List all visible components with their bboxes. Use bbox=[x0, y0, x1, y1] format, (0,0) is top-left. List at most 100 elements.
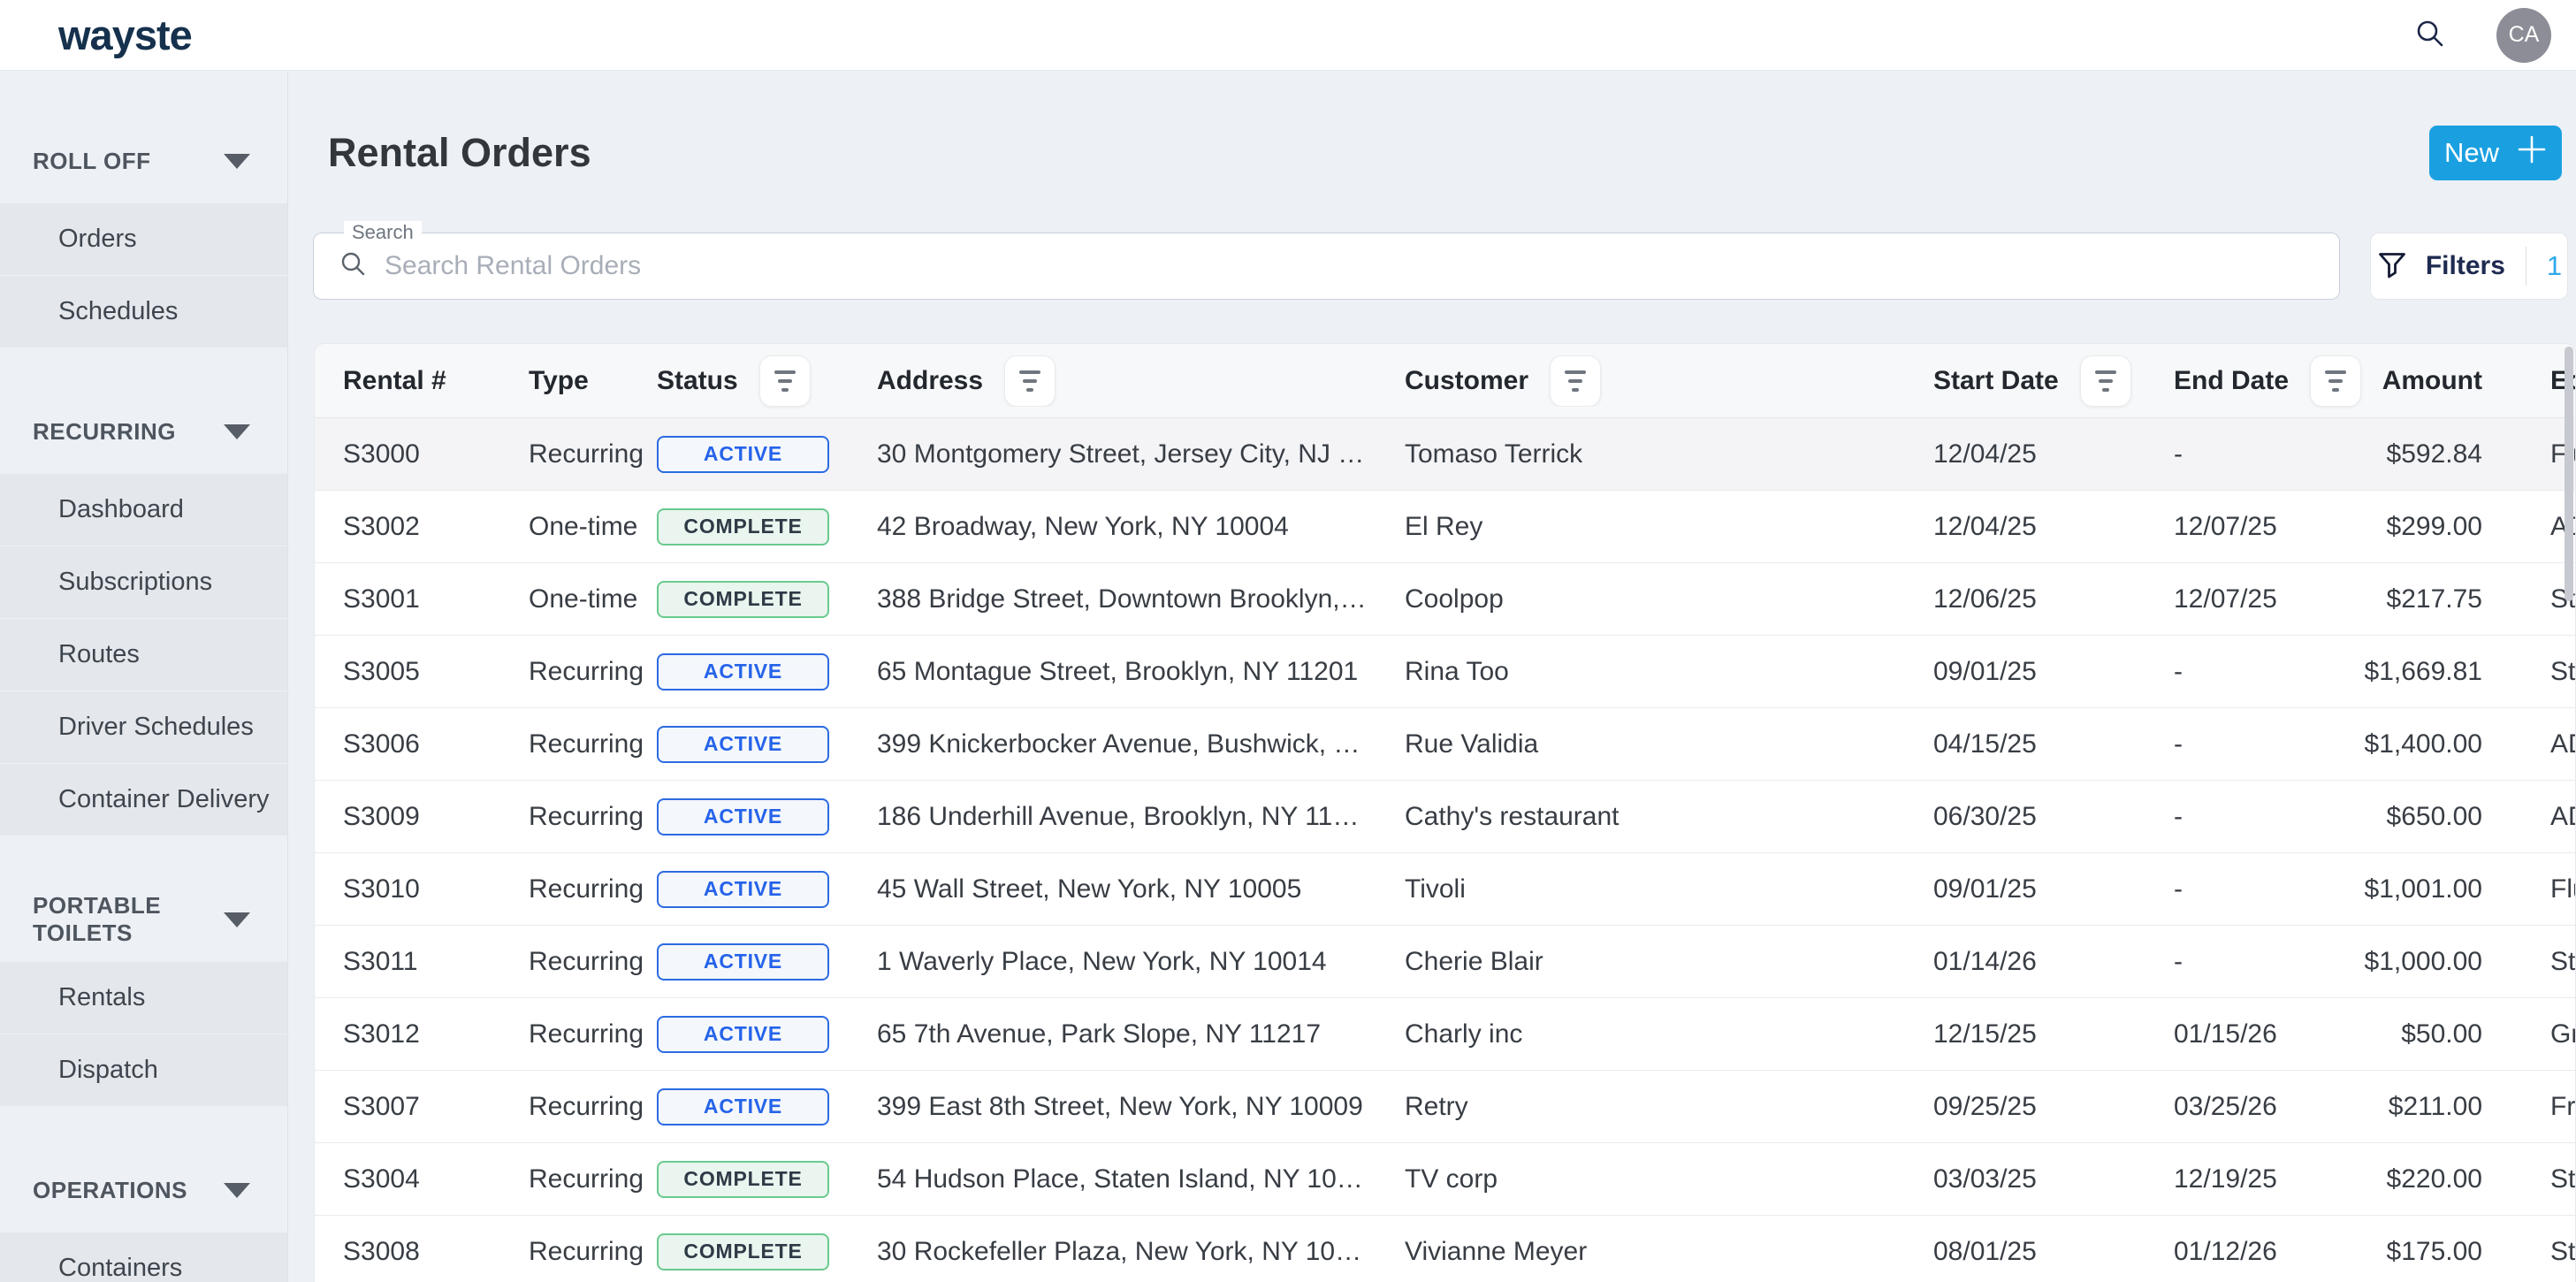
column-header-address: Address bbox=[877, 355, 1405, 407]
table-row-s3011[interactable]: S3011RecurringACTIVE1 Waverly Place, New… bbox=[315, 926, 2576, 998]
sidebar-item-container-delivery[interactable]: Container Delivery bbox=[0, 764, 287, 836]
status-badge: ACTIVE bbox=[657, 798, 829, 836]
cell-status: ACTIVE bbox=[657, 436, 877, 473]
cell-end: - bbox=[2174, 439, 2407, 469]
sidebar-item-orders[interactable]: Orders bbox=[0, 203, 287, 276]
sidebar-item-driver-schedules[interactable]: Driver Schedules bbox=[0, 691, 287, 764]
table-row-s3001[interactable]: S3001One-timeCOMPLETE388 Bridge Street, … bbox=[315, 563, 2576, 636]
cell-customer: Charly inc bbox=[1405, 1019, 1933, 1049]
cell-amount: $299.00 bbox=[2407, 512, 2540, 542]
sidebar-section-header-operations[interactable]: OPERATIONS bbox=[0, 1171, 287, 1210]
new-button[interactable]: New bbox=[2429, 126, 2562, 180]
column-filter-button-start[interactable] bbox=[2080, 355, 2131, 407]
sidebar-section-label: OPERATIONS bbox=[33, 1177, 187, 1204]
sidebar-item-routes[interactable]: Routes bbox=[0, 619, 287, 691]
sidebar-section-portable-toilets: PORTABLE TOILETS RentalsDispatch bbox=[0, 900, 287, 1107]
cell-type: One-time bbox=[529, 512, 657, 542]
filter-lines-icon bbox=[2325, 370, 2346, 374]
sidebar-section-operations: OPERATIONS Containers bbox=[0, 1171, 287, 1282]
cell-address: 399 Knickerbocker Avenue, Bushwick, NY 1… bbox=[877, 729, 1405, 759]
filters-button[interactable]: Filters 1 bbox=[2370, 233, 2568, 300]
column-filter-button-status[interactable] bbox=[759, 355, 811, 407]
plus-icon bbox=[2517, 134, 2547, 172]
cell-status: ACTIVE bbox=[657, 1088, 877, 1126]
status-badge: COMPLETE bbox=[657, 508, 829, 546]
filter-lines-icon bbox=[2095, 370, 2116, 374]
column-filter-button-address[interactable] bbox=[1004, 355, 1056, 407]
cell-rental: S3002 bbox=[343, 512, 529, 542]
table-row-s3006[interactable]: S3006RecurringACTIVE399 Knickerbocker Av… bbox=[315, 708, 2576, 781]
table-row-s3008[interactable]: S3008RecurringCOMPLETE30 Rockefeller Pla… bbox=[315, 1216, 2576, 1282]
page-title: Rental Orders bbox=[328, 130, 591, 176]
cell-address: 65 7th Avenue, Park Slope, NY 11217 bbox=[877, 1019, 1405, 1049]
cell-start: 04/15/25 bbox=[1933, 729, 2174, 759]
cell-amount: $50.00 bbox=[2407, 1019, 2540, 1049]
cell-rental: S3008 bbox=[343, 1237, 529, 1267]
cell-address: 54 Hudson Place, Staten Island, NY 10303 bbox=[877, 1164, 1405, 1194]
filter-lines-icon bbox=[774, 370, 796, 374]
cell-start: 12/06/25 bbox=[1933, 584, 2174, 614]
sidebar-item-containers[interactable]: Containers bbox=[0, 1232, 287, 1282]
sidebar-item-dispatch[interactable]: Dispatch bbox=[0, 1034, 287, 1107]
cell-status: ACTIVE bbox=[657, 1016, 877, 1053]
sidebar-section-header-recurring[interactable]: RECURRING bbox=[0, 412, 287, 451]
table-row-s3005[interactable]: S3005RecurringACTIVE65 Montague Street, … bbox=[315, 636, 2576, 708]
search-row: Search Filters 1 bbox=[313, 233, 2568, 300]
status-badge: ACTIVE bbox=[657, 943, 829, 981]
column-header-type: Type bbox=[529, 366, 657, 396]
new-button-label: New bbox=[2444, 137, 2499, 169]
table-row-s3002[interactable]: S3002One-timeCOMPLETE42 Broadway, New Yo… bbox=[315, 491, 2576, 563]
table-row-s3000[interactable]: S3000RecurringACTIVE30 Montgomery Street… bbox=[315, 418, 2576, 491]
cell-rental: S3010 bbox=[343, 874, 529, 904]
cell-start: 09/01/25 bbox=[1933, 874, 2174, 904]
cell-customer: Cherie Blair bbox=[1405, 947, 1933, 977]
cell-customer: Rue Validia bbox=[1405, 729, 1933, 759]
status-badge: COMPLETE bbox=[657, 1161, 829, 1198]
cell-start: 12/04/25 bbox=[1933, 439, 2174, 469]
table-row-s3012[interactable]: S3012RecurringACTIVE65 7th Avenue, Park … bbox=[315, 998, 2576, 1071]
cell-amount: $1,000.00 bbox=[2407, 947, 2540, 977]
table-row-s3010[interactable]: S3010RecurringACTIVE45 Wall Street, New … bbox=[315, 853, 2576, 926]
table-row-s3007[interactable]: S3007RecurringACTIVE399 East 8th Street,… bbox=[315, 1071, 2576, 1143]
sidebar-section-header-roll-off[interactable]: ROLL OFF bbox=[0, 141, 287, 180]
column-filter-button-customer[interactable] bbox=[1550, 355, 1601, 407]
status-badge: COMPLETE bbox=[657, 581, 829, 618]
avatar[interactable]: CA bbox=[2496, 8, 2551, 63]
sidebar-items-operations: Containers bbox=[0, 1232, 287, 1282]
table-vertical-scrollbar[interactable] bbox=[2565, 347, 2573, 601]
topbar: wayste CA bbox=[0, 0, 2576, 71]
cell-status: ACTIVE bbox=[657, 798, 877, 836]
cell-customer: Tivoli bbox=[1405, 874, 1933, 904]
cell-start: 12/15/25 bbox=[1933, 1019, 2174, 1049]
column-header-end: End Date bbox=[2174, 355, 2407, 407]
sidebar-item-dashboard[interactable]: Dashboard bbox=[0, 474, 287, 546]
column-filter-button-end[interactable] bbox=[2310, 355, 2361, 407]
search-field[interactable]: Search bbox=[313, 233, 2340, 300]
column-header-label: Amount bbox=[2382, 366, 2482, 396]
sidebar-section-header-portable-toilets[interactable]: PORTABLE TOILETS bbox=[0, 900, 287, 939]
column-header-label: Type bbox=[529, 366, 589, 396]
sidebar-items-roll-off: OrdersSchedules bbox=[0, 203, 287, 348]
cell-end: 03/25/26 bbox=[2174, 1092, 2407, 1122]
cell-start: 06/30/25 bbox=[1933, 802, 2174, 832]
sidebar-item-rentals[interactable]: Rentals bbox=[0, 962, 287, 1034]
column-header-label: Address bbox=[877, 366, 983, 396]
sidebar-item-subscriptions[interactable]: Subscriptions bbox=[0, 546, 287, 619]
cell-start: 12/04/25 bbox=[1933, 512, 2174, 542]
search-icon bbox=[2413, 17, 2447, 53]
cell-start: 01/14/26 bbox=[1933, 947, 2174, 977]
search-input[interactable] bbox=[385, 251, 2318, 281]
global-search-button[interactable] bbox=[2413, 17, 2447, 53]
cell-status: COMPLETE bbox=[657, 1233, 877, 1271]
cell-rental: S3011 bbox=[343, 947, 529, 977]
sidebar-item-schedules[interactable]: Schedules bbox=[0, 276, 287, 348]
filter-lines-icon bbox=[1019, 370, 1040, 374]
sidebar-section-recurring: RECURRING DashboardSubscriptionsRoutesDri… bbox=[0, 412, 287, 836]
cell-address: 399 East 8th Street, New York, NY 10009 bbox=[877, 1092, 1405, 1122]
table-row-s3009[interactable]: S3009RecurringACTIVE186 Underhill Avenue… bbox=[315, 781, 2576, 853]
chevron-down-icon bbox=[224, 154, 250, 169]
cell-type: One-time bbox=[529, 584, 657, 614]
cell-status: COMPLETE bbox=[657, 508, 877, 546]
cell-start: 08/01/25 bbox=[1933, 1237, 2174, 1267]
table-row-s3004[interactable]: S3004RecurringCOMPLETE54 Hudson Place, S… bbox=[315, 1143, 2576, 1216]
